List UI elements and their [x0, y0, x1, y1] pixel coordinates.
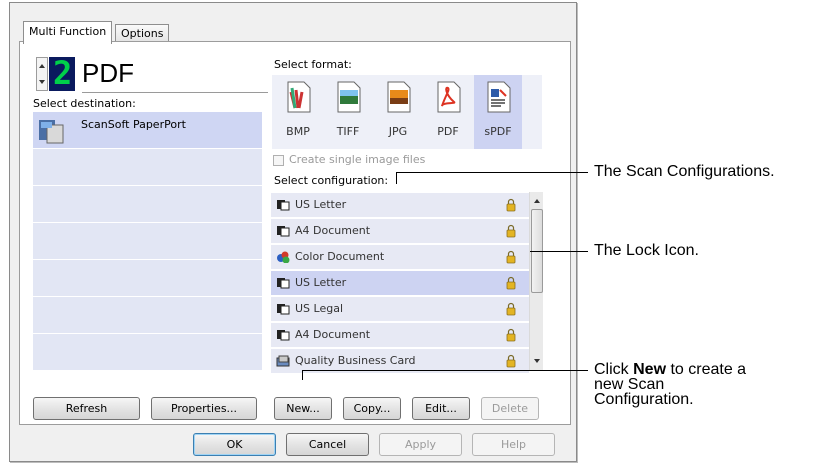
bw-document-icon [277, 304, 290, 315]
delete-button[interactable]: Delete [481, 397, 539, 420]
select-configuration-label: Select configuration: [274, 174, 389, 187]
lock-icon [506, 354, 516, 368]
configuration-name: US Letter [295, 198, 347, 211]
counter-digit: 2 [53, 54, 73, 92]
tab-options[interactable]: Options [115, 24, 170, 42]
business-card-icon [276, 355, 290, 367]
format-pdf[interactable]: PDF [424, 75, 472, 149]
lock-icon [506, 302, 516, 316]
configuration-spinner[interactable] [36, 57, 48, 91]
help-button[interactable]: Help [472, 433, 555, 456]
new-button[interactable]: New... [274, 397, 332, 420]
list-item[interactable] [33, 297, 262, 334]
paperport-icon [39, 120, 64, 144]
list-item[interactable]: Color Document [271, 245, 529, 269]
callout-text: Configuration. [594, 391, 694, 408]
bmp-icon [287, 81, 311, 113]
list-item[interactable] [33, 260, 262, 297]
configuration-name: A4 Document [295, 328, 371, 341]
multi-function-dialog: Multi Function Options 2 PDF Select dest… [9, 2, 577, 462]
format-tiff[interactable]: TIFF [324, 75, 372, 149]
select-format-label: Select format: [274, 58, 352, 71]
configuration-name: Color Document [295, 250, 385, 263]
configuration-list[interactable]: US Letter A4 Document Color Document US Let… [271, 192, 529, 373]
callout-line-configs [396, 172, 588, 173]
list-item[interactable]: US Letter [271, 193, 529, 217]
callout-text: new Scan [594, 376, 665, 393]
lock-icon [506, 198, 516, 212]
tab-multi-function[interactable]: Multi Function [23, 21, 113, 44]
format-name: TIFF [336, 125, 360, 138]
edit-button[interactable]: Edit... [412, 397, 470, 420]
bw-document-icon [277, 226, 290, 237]
single-image-checkbox[interactable] [273, 155, 284, 166]
ok-button[interactable]: OK [193, 433, 276, 456]
callout-text: to create a [666, 361, 747, 378]
bw-document-icon [277, 200, 290, 211]
list-item[interactable] [33, 186, 262, 223]
apply-button[interactable]: Apply [379, 433, 462, 456]
format-bmp[interactable]: BMP [274, 75, 322, 149]
configuration-name: A4 Document [295, 224, 371, 237]
lock-icon [506, 276, 516, 290]
callout-line-lock [530, 251, 588, 252]
format-name: sPDF [484, 125, 512, 138]
configuration-scrollbar[interactable] [529, 192, 543, 370]
selected-format-title: PDF [82, 58, 134, 88]
lock-icon [506, 224, 516, 238]
copy-button[interactable]: Copy... [343, 397, 401, 420]
lock-icon [506, 250, 516, 264]
callout-line-new-tick [302, 370, 303, 380]
format-selector: BMP TIFF JPG PDF sPDF [272, 75, 542, 149]
jpg-icon [387, 81, 411, 113]
refresh-button[interactable]: Refresh [33, 397, 140, 420]
cancel-button[interactable]: Cancel [286, 433, 369, 456]
list-item[interactable]: US Legal [271, 297, 529, 321]
format-name: PDF [437, 125, 459, 138]
format-jpg[interactable]: JPG [374, 75, 422, 149]
callout-line-new [302, 370, 588, 371]
spdf-icon [487, 81, 511, 113]
pdf-icon [437, 81, 461, 113]
callout-line-configs-tick [396, 172, 397, 184]
configuration-name: US Letter [295, 276, 347, 289]
properties-button[interactable]: Properties... [151, 397, 257, 420]
select-destination-label: Select destination: [33, 97, 136, 110]
format-spdf[interactable]: sPDF [474, 75, 522, 149]
list-item[interactable] [33, 149, 262, 186]
list-item[interactable]: A4 Document [271, 323, 529, 347]
spinner-down-icon[interactable] [37, 74, 47, 90]
list-item[interactable]: US Letter [271, 271, 529, 295]
bw-document-icon [277, 330, 290, 341]
bw-document-icon [277, 278, 290, 289]
scroll-up-icon[interactable] [531, 195, 543, 207]
single-image-checkbox-label: Create single image files [289, 153, 426, 166]
tiff-icon [337, 81, 361, 113]
callout-lock-icon: The Lock Icon. [594, 242, 699, 259]
lock-icon [506, 328, 516, 342]
format-name: BMP [286, 125, 310, 138]
configuration-name: Quality Business Card [295, 354, 416, 367]
destination-name: ScanSoft PaperPort [81, 118, 186, 131]
callout-scan-configurations: The Scan Configurations. [594, 163, 775, 180]
list-item[interactable]: A4 Document [271, 219, 529, 243]
format-name: JPG [388, 125, 408, 138]
callout-new-button: Click New to create a new Scan Configura… [594, 361, 747, 408]
list-item[interactable]: ScanSoft PaperPort [33, 112, 262, 149]
color-document-icon [277, 251, 290, 263]
spinner-up-icon[interactable] [37, 58, 47, 74]
configuration-name: US Legal [295, 302, 344, 315]
destination-list[interactable]: ScanSoft PaperPort [33, 112, 262, 390]
title-underline [82, 92, 268, 93]
scroll-down-icon[interactable] [531, 355, 543, 367]
counter-display: 2 [49, 54, 75, 92]
list-item[interactable] [33, 223, 262, 260]
list-item[interactable] [33, 334, 262, 371]
